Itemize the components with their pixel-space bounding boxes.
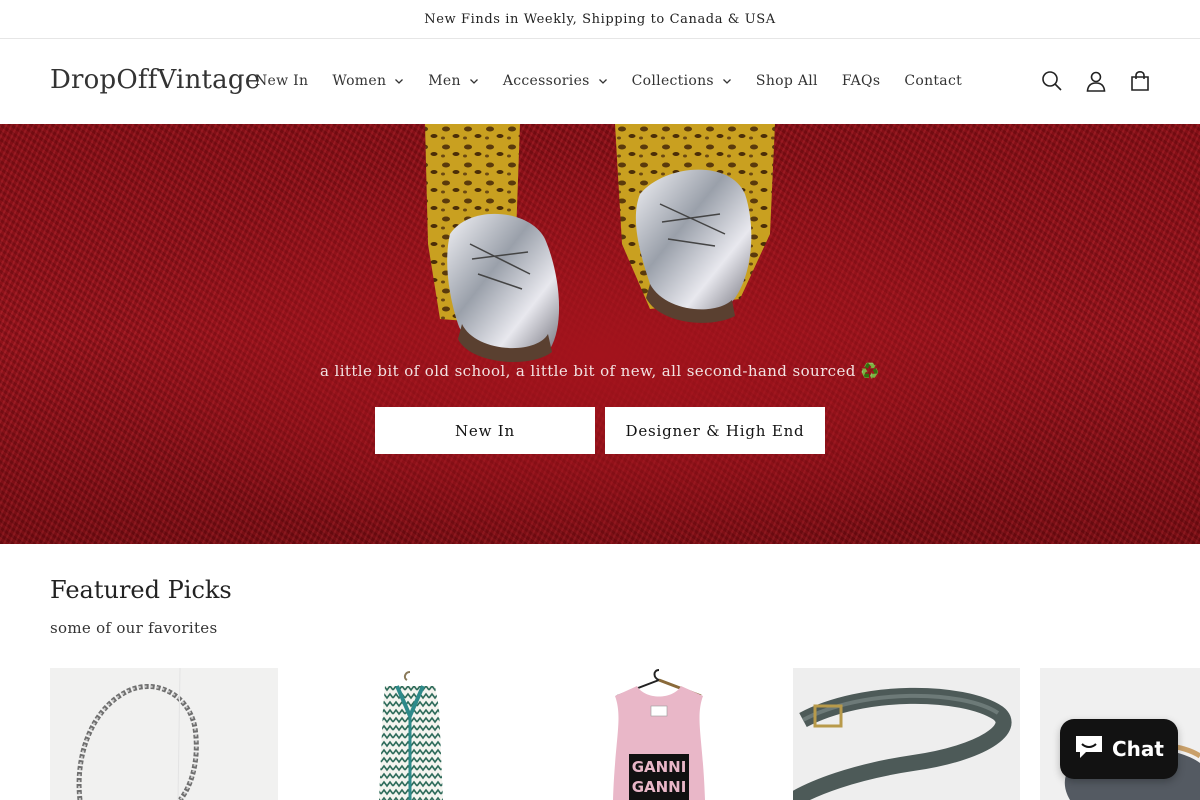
nav-item-label: Shop All bbox=[755, 73, 818, 89]
nav-item-label: Women bbox=[332, 73, 387, 89]
nav-item-faqs[interactable]: FAQs bbox=[830, 70, 892, 92]
site-logo[interactable]: DropOffVintage bbox=[50, 65, 260, 95]
product-card-ganni-pink-sweater-vest[interactable]: GANNI GANNI bbox=[545, 668, 773, 800]
product-carousel: GANNI GANNI bbox=[50, 668, 1200, 800]
nav-item-label: Collections bbox=[631, 73, 714, 89]
chat-bubble-icon bbox=[1074, 734, 1104, 765]
nav-item-label: Accessories bbox=[502, 73, 590, 89]
search-icon[interactable] bbox=[1030, 67, 1074, 95]
product-image bbox=[379, 671, 443, 800]
chevron-down-icon bbox=[598, 76, 608, 86]
account-icon[interactable] bbox=[1074, 67, 1118, 95]
product-print-text: GANNI bbox=[632, 758, 687, 776]
announcement-text: New Finds in Weekly, Shipping to Canada … bbox=[424, 11, 776, 27]
product-print-text: GANNI bbox=[632, 778, 687, 796]
chat-button[interactable]: Chat bbox=[1060, 719, 1178, 779]
chat-label: Chat bbox=[1112, 737, 1164, 761]
hero-banner: a little bit of old school, a little bit… bbox=[0, 124, 1200, 544]
product-image bbox=[793, 687, 1012, 800]
nav-item-label: New In bbox=[255, 73, 309, 89]
nav-item-shop-all[interactable]: Shop All bbox=[744, 70, 830, 92]
nav-item-contact[interactable]: Contact bbox=[892, 70, 974, 92]
hero-buttons: New In Designer & High End bbox=[375, 407, 825, 454]
nav-item-women[interactable]: Women bbox=[320, 70, 416, 92]
chevron-down-icon bbox=[394, 76, 404, 86]
product-image bbox=[76, 668, 199, 800]
hero-tagline: a little bit of old school, a little bit… bbox=[320, 362, 880, 380]
nav-item-label: Men bbox=[428, 73, 461, 89]
header-icons bbox=[1030, 67, 1162, 95]
nav-item-label: FAQs bbox=[841, 73, 881, 89]
nav-item-accessories[interactable]: Accessories bbox=[491, 70, 620, 92]
hero-image bbox=[425, 124, 775, 362]
nav-item-new-in[interactable]: New In bbox=[243, 70, 320, 92]
chevron-down-icon bbox=[722, 76, 732, 86]
designer-high-end-button[interactable]: Designer & High End bbox=[605, 407, 825, 454]
product-card-chain-necklace[interactable] bbox=[50, 668, 278, 800]
featured-subtitle: some of our favorites bbox=[50, 619, 218, 637]
nav-item-label: Contact bbox=[904, 73, 963, 89]
featured-title: Featured Picks bbox=[50, 576, 232, 604]
product-card-leather-belt[interactable] bbox=[793, 668, 1020, 800]
announcement-bar: New Finds in Weekly, Shipping to Canada … bbox=[0, 0, 1200, 39]
cart-icon[interactable] bbox=[1118, 67, 1162, 95]
nav-item-collections[interactable]: Collections bbox=[620, 70, 744, 92]
nav-item-men[interactable]: Men bbox=[416, 70, 491, 92]
site-header: DropOffVintage New In Women Men Accessor… bbox=[0, 39, 1200, 124]
chevron-down-icon bbox=[469, 76, 479, 86]
main-nav: New In Women Men Accessories Collections bbox=[243, 70, 974, 92]
product-image: GANNI GANNI bbox=[613, 669, 705, 800]
new-in-button[interactable]: New In bbox=[375, 407, 595, 454]
product-card-striped-knit-vest[interactable] bbox=[297, 668, 525, 800]
